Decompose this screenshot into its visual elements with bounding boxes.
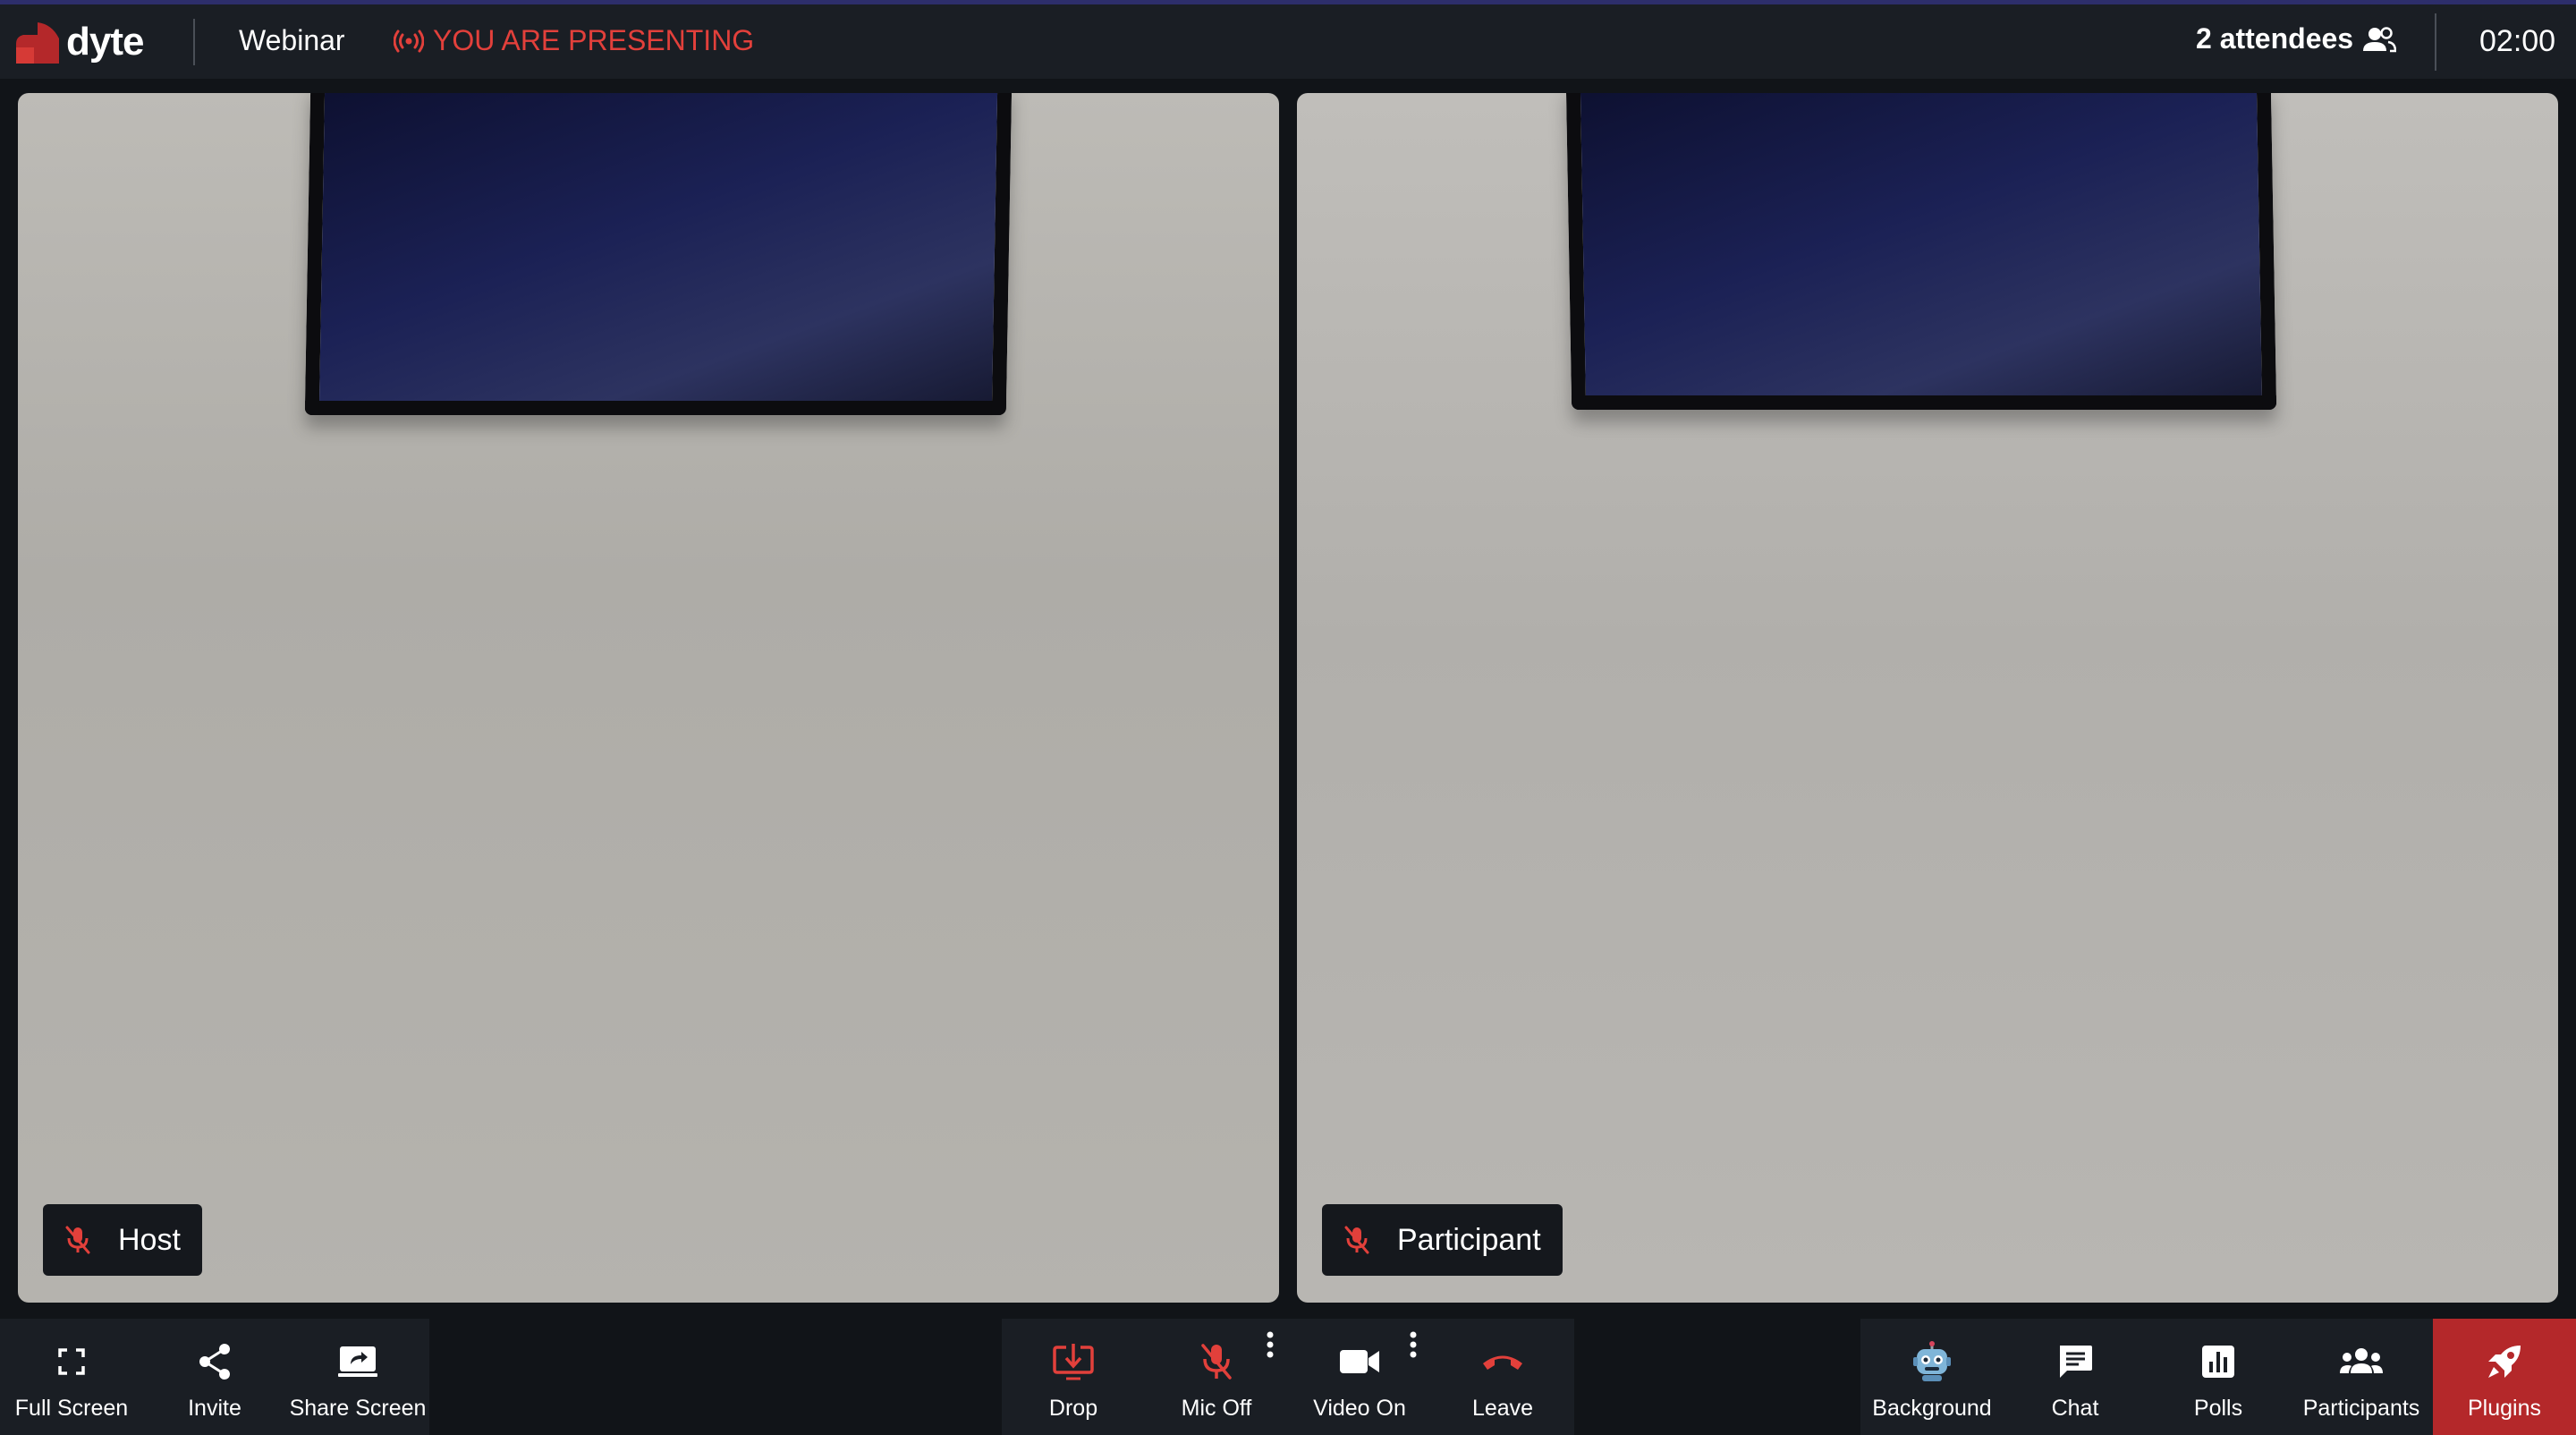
participant-tile-participant[interactable]: Participant (1297, 93, 2558, 1303)
video-feed (304, 93, 1013, 415)
rocket-icon (2488, 1346, 2521, 1378)
chat-icon (2060, 1346, 2092, 1378)
header-divider (2435, 13, 2436, 71)
leave-button[interactable]: Leave (1431, 1319, 1574, 1435)
attendees-button[interactable]: 2 attendees (2196, 22, 2397, 55)
participants-label: Participants (2302, 1396, 2420, 1421)
attendees-count: 2 attendees (2196, 22, 2354, 55)
invite-button[interactable]: Invite (143, 1319, 286, 1435)
polls-button[interactable]: Polls (2147, 1319, 2290, 1435)
logo-text: dyte (66, 20, 144, 64)
mic-off-icon (65, 1226, 90, 1254)
participant-tile-host[interactable]: Host (18, 93, 1279, 1303)
presenting-indicator: YOU ARE PRESENTING (394, 24, 754, 57)
more-options-icon[interactable] (1267, 1331, 1274, 1358)
presenting-status-text: YOU ARE PRESENTING (433, 24, 755, 56)
robot-icon (1913, 1341, 1951, 1381)
poll-icon (2202, 1346, 2234, 1378)
mic-toggle-button[interactable]: Mic Off (1145, 1319, 1288, 1435)
broadcast-icon (394, 30, 424, 52)
plugins-button[interactable]: Plugins (2433, 1319, 2576, 1435)
center-controls: Drop Mic Off Video On Leave (1002, 1319, 1574, 1435)
meeting-app: dyte Webinar YOU ARE PRESENTING 2 attend… (0, 0, 2576, 1435)
participant-name: Host (118, 1222, 181, 1257)
video-camera-icon (1340, 1350, 1379, 1373)
share-screen-label: Share Screen (289, 1396, 427, 1421)
screen-share-icon (338, 1346, 377, 1377)
participant-name-tag: Participant (1322, 1204, 1563, 1276)
mic-label: Mic Off (1181, 1396, 1252, 1421)
polls-label: Polls (2193, 1396, 2243, 1421)
logo-mark-icon (16, 22, 59, 64)
right-controls: Background Chat Polls Participants Plugi… (1860, 1319, 2576, 1435)
phone-hangup-icon (1483, 1355, 1522, 1370)
fullscreen-button[interactable]: Full Screen (0, 1319, 143, 1435)
drop-label: Drop (1048, 1396, 1098, 1421)
background-label: Background (1872, 1396, 1992, 1421)
invite-label: Invite (188, 1396, 242, 1421)
header-bar: dyte Webinar YOU ARE PRESENTING 2 attend… (0, 0, 2576, 79)
fullscreen-label: Full Screen (14, 1396, 129, 1421)
mic-off-icon (1201, 1344, 1232, 1380)
leave-label: Leave (1471, 1396, 1534, 1421)
share-icon (199, 1344, 230, 1380)
drop-icon (1053, 1344, 1094, 1380)
meeting-timer: 02:00 (2479, 24, 2556, 58)
people-icon (2363, 26, 2397, 52)
video-toggle-button[interactable]: Video On (1288, 1319, 1431, 1435)
more-options-icon[interactable] (1410, 1331, 1417, 1358)
video-feed (1565, 93, 2277, 410)
background-button[interactable]: Background (1860, 1319, 2004, 1435)
plugins-label: Plugins (2468, 1396, 2541, 1421)
video-label: Video On (1313, 1396, 1406, 1421)
chat-label: Chat (2051, 1396, 2099, 1421)
meeting-title: Webinar (239, 24, 345, 56)
participant-name: Participant (1397, 1222, 1541, 1257)
header-divider (193, 19, 195, 65)
chat-button[interactable]: Chat (2004, 1319, 2147, 1435)
participant-name-tag: Host (43, 1204, 202, 1276)
share-screen-button[interactable]: Share Screen (286, 1319, 429, 1435)
mic-off-icon (1344, 1226, 1369, 1254)
control-bar: Full Screen Invite Share Screen Drop Mic… (0, 1319, 2576, 1435)
people-icon (2340, 1348, 2383, 1373)
logo: dyte (13, 13, 144, 71)
participants-button[interactable]: Participants (2290, 1319, 2433, 1435)
drop-button[interactable]: Drop (1002, 1319, 1145, 1435)
fullscreen-icon (58, 1348, 85, 1375)
left-controls: Full Screen Invite Share Screen (0, 1319, 429, 1435)
